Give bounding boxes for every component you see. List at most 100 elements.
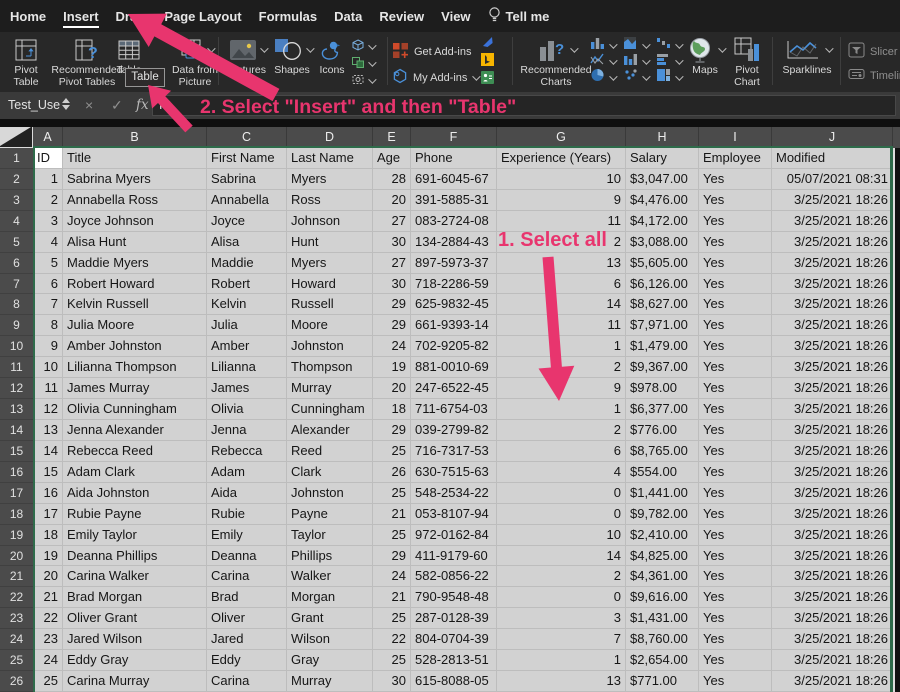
pivot-table-button[interactable]: Pivot Table — [4, 36, 48, 88]
cell-H24[interactable]: $8,760.00 — [626, 629, 699, 651]
cell-G22[interactable]: 0 — [497, 587, 626, 609]
cell-F25[interactable]: 528-2813-51 — [411, 650, 497, 672]
cell-G26[interactable]: 13 — [497, 671, 626, 692]
cell-H16[interactable]: $554.00 — [626, 461, 699, 483]
cell-B21[interactable]: Carina Walker — [63, 566, 207, 588]
cell-G8[interactable]: 14 — [497, 294, 626, 316]
cell-E18[interactable]: 21 — [373, 503, 411, 525]
cell-D7[interactable]: Howard — [287, 273, 373, 295]
cell-F14[interactable]: 039-2799-82 — [411, 419, 497, 441]
data-from-picture-button[interactable]: Data from Picture — [166, 36, 224, 88]
cell-E8[interactable]: 29 — [373, 294, 411, 316]
cell-C21[interactable]: Carina — [207, 566, 287, 588]
cell-J24[interactable]: 3/25/2021 18:26 — [772, 629, 893, 651]
cell-A10[interactable]: 9 — [33, 336, 63, 358]
menu-review[interactable]: Review — [379, 0, 424, 32]
cell-G24[interactable]: 7 — [497, 629, 626, 651]
cell-E13[interactable]: 18 — [373, 399, 411, 420]
cell-F5[interactable]: 134-2884-43 — [411, 231, 497, 253]
cell-I4[interactable]: Yes — [699, 210, 772, 232]
cell-H19[interactable]: $2,410.00 — [626, 524, 699, 546]
name-box[interactable]: Test_Users — [8, 92, 60, 119]
cell-F17[interactable]: 548-2534-22 — [411, 482, 497, 504]
cell-J11[interactable]: 3/25/2021 18:26 — [772, 357, 893, 379]
cell-F21[interactable]: 582-0856-22 — [411, 566, 497, 588]
cell-C24[interactable]: Jared — [207, 629, 287, 651]
cell-J17[interactable]: 3/25/2021 18:26 — [772, 482, 893, 504]
cell-D23[interactable]: Grant — [287, 608, 373, 630]
row-header-2[interactable]: 2 — [0, 168, 33, 190]
cell-H10[interactable]: $1,479.00 — [626, 336, 699, 358]
tell-me-button[interactable]: Tell me — [488, 0, 549, 32]
cell-C23[interactable]: Oliver — [207, 608, 287, 630]
cell-A18[interactable]: 17 — [33, 503, 63, 525]
cell-A25[interactable]: 24 — [33, 650, 63, 672]
cell-H23[interactable]: $1,431.00 — [626, 608, 699, 630]
menu-insert[interactable]: Insert — [63, 0, 99, 32]
row-header-17[interactable]: 17 — [0, 482, 33, 504]
maps-button[interactable]: Maps — [684, 36, 727, 77]
cell-F24[interactable]: 804-0704-39 — [411, 629, 497, 651]
cell-I25[interactable]: Yes — [699, 650, 772, 672]
cell-D2[interactable]: Myers — [287, 168, 373, 190]
cell-B22[interactable]: Brad Morgan — [63, 587, 207, 609]
cell-E24[interactable]: 22 — [373, 629, 411, 651]
cell-G23[interactable]: 3 — [497, 608, 626, 630]
row-header-19[interactable]: 19 — [0, 524, 33, 546]
cell-G17[interactable]: 0 — [497, 482, 626, 504]
select-all-corner[interactable] — [0, 127, 33, 148]
cell-C1[interactable]: First Name — [207, 148, 287, 169]
cell-C13[interactable]: Olivia — [207, 399, 287, 420]
scatter-chart-button[interactable] — [623, 68, 651, 87]
cell-C17[interactable]: Aida — [207, 482, 287, 504]
cell-G13[interactable]: 1 — [497, 399, 626, 420]
cell-A9[interactable]: 8 — [33, 315, 63, 337]
menu-page-layout[interactable]: Page Layout — [164, 0, 241, 32]
cell-C20[interactable]: Deanna — [207, 545, 287, 567]
cell-E20[interactable]: 29 — [373, 545, 411, 567]
cell-G21[interactable]: 2 — [497, 566, 626, 588]
cell-C14[interactable]: Jenna — [207, 419, 287, 441]
row-header-7[interactable]: 7 — [0, 273, 33, 295]
cell-B7[interactable]: Robert Howard — [63, 273, 207, 295]
cell-J13[interactable]: 3/25/2021 18:26 — [772, 399, 893, 420]
cell-C10[interactable]: Amber — [207, 336, 287, 358]
menu-formulas[interactable]: Formulas — [259, 0, 318, 32]
cell-A2[interactable]: 1 — [33, 168, 63, 190]
screenshot-button[interactable] — [352, 72, 377, 90]
row-header-16[interactable]: 16 — [0, 461, 33, 483]
cell-I11[interactable]: Yes — [699, 357, 772, 379]
cell-D17[interactable]: Johnston — [287, 482, 373, 504]
cell-A15[interactable]: 14 — [33, 440, 63, 462]
cell-H26[interactable]: $771.00 — [626, 671, 699, 692]
cell-E16[interactable]: 26 — [373, 461, 411, 483]
get-add-ins-button[interactable]: Get Add-ins — [392, 42, 471, 62]
menu-data[interactable]: Data — [334, 0, 362, 32]
row-header-20[interactable]: 20 — [0, 545, 33, 567]
name-box-spinner[interactable] — [62, 98, 70, 110]
cell-H6[interactable]: $5,605.00 — [626, 252, 699, 274]
recommended-charts-button[interactable]: ? Recommended Charts — [518, 36, 594, 88]
cell-E22[interactable]: 21 — [373, 587, 411, 609]
cell-B19[interactable]: Emily Taylor — [63, 524, 207, 546]
row-header-26[interactable]: 26 — [0, 671, 33, 692]
cell-A24[interactable]: 23 — [33, 629, 63, 651]
cell-I6[interactable]: Yes — [699, 252, 772, 274]
cell-E19[interactable]: 25 — [373, 524, 411, 546]
cell-J10[interactable]: 3/25/2021 18:26 — [772, 336, 893, 358]
cell-D13[interactable]: Cunningham — [287, 399, 373, 420]
cell-E21[interactable]: 24 — [373, 566, 411, 588]
cell-D15[interactable]: Reed — [287, 440, 373, 462]
cell-B12[interactable]: James Murray — [63, 378, 207, 400]
visio-addin-icon[interactable] — [481, 35, 494, 48]
cell-G12[interactable]: 9 — [497, 378, 626, 400]
cell-J21[interactable]: 3/25/2021 18:26 — [772, 566, 893, 588]
cell-J9[interactable]: 3/25/2021 18:26 — [772, 315, 893, 337]
cell-J23[interactable]: 3/25/2021 18:26 — [772, 608, 893, 630]
bing-addin-icon[interactable] — [481, 53, 494, 66]
cell-B1[interactable]: Title — [63, 148, 207, 169]
cell-A6[interactable]: 5 — [33, 252, 63, 274]
cell-E6[interactable]: 27 — [373, 252, 411, 274]
cell-I15[interactable]: Yes — [699, 440, 772, 462]
cell-J6[interactable]: 3/25/2021 18:26 — [772, 252, 893, 274]
